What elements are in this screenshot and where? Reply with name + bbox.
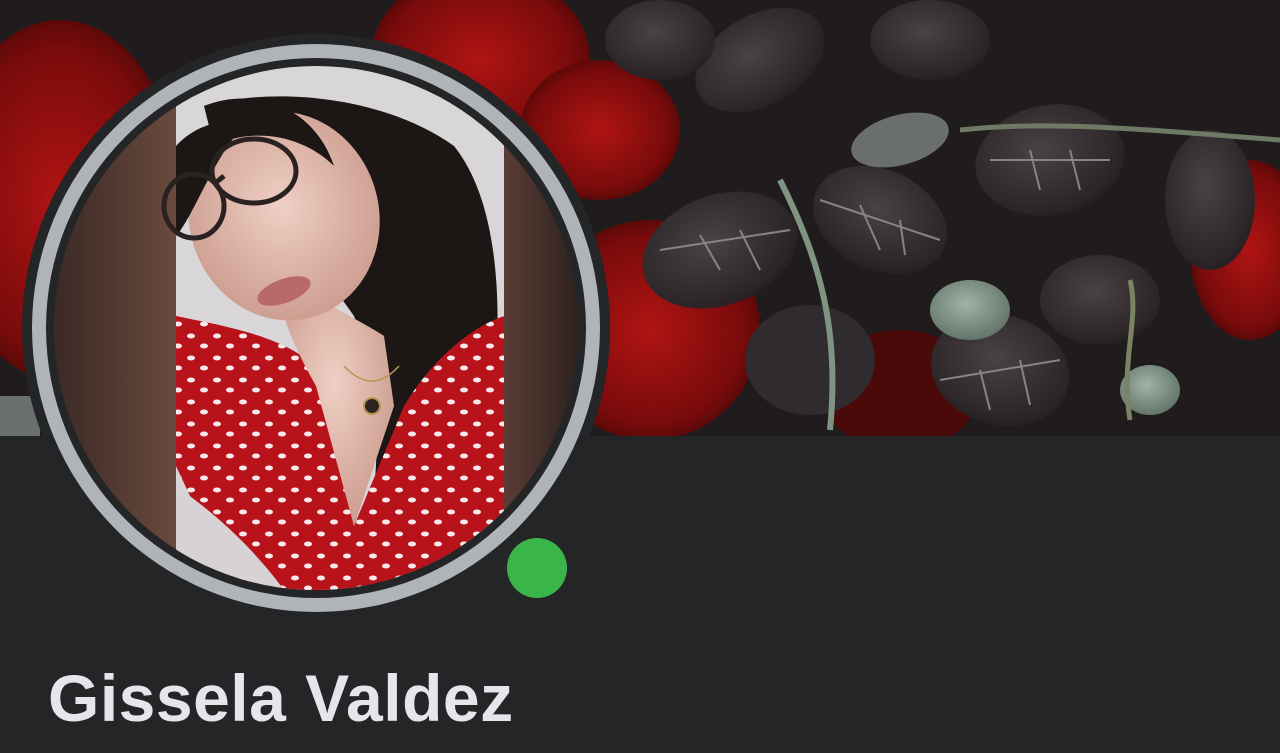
- profile-header: Gissela Valdez: [0, 0, 1280, 753]
- online-status-dot: [507, 538, 567, 598]
- profile-name: Gissela Valdez: [48, 661, 514, 735]
- profile-avatar[interactable]: [22, 34, 610, 622]
- online-status-indicator: [495, 526, 579, 610]
- avatar-photo: [54, 66, 578, 590]
- avatar-image: [54, 66, 578, 590]
